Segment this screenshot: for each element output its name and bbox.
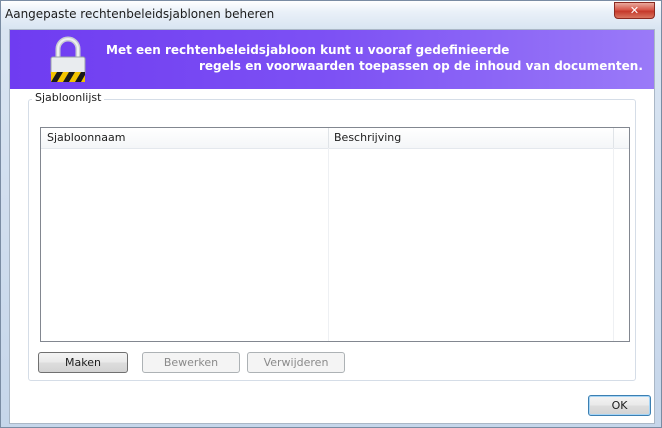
delete-button[interactable]: Verwijderen [247, 352, 345, 373]
column-divider-line [328, 148, 329, 341]
close-button[interactable]: ✕ [614, 2, 655, 19]
group-label: Sjabloonlijst [32, 91, 105, 104]
edit-button[interactable]: Bewerken [142, 352, 240, 373]
column-separator[interactable] [613, 128, 614, 148]
close-icon: ✕ [629, 4, 640, 17]
column-separator[interactable] [328, 128, 329, 148]
header-banner: Met een rechtenbeleidsjabloon kunt u voo… [10, 30, 654, 89]
ok-button[interactable]: OK [588, 395, 651, 416]
banner-text-line1: Met een rechtenbeleidsjabloon kunt u voo… [106, 43, 510, 57]
window-title: Aangepaste rechtenbeleidsjablonen behere… [5, 7, 275, 21]
create-button[interactable]: Maken [38, 352, 128, 373]
template-list[interactable]: Sjabloonnaam Beschrijving [40, 127, 630, 342]
column-divider-line [613, 148, 614, 341]
title-bar[interactable]: Aangepaste rechtenbeleidsjablonen behere… [1, 1, 661, 29]
banner-text-line2: regels en voorwaarden toepassen op de in… [199, 59, 643, 73]
dialog-window: Aangepaste rechtenbeleidsjablonen behere… [0, 0, 662, 428]
list-header: Sjabloonnaam Beschrijving [41, 128, 629, 149]
dialog-content: Met een rechtenbeleidsjabloon kunt u voo… [9, 29, 655, 424]
padlock-icon [50, 36, 86, 82]
column-header-description[interactable]: Beschrijving [334, 131, 401, 144]
column-header-template-name[interactable]: Sjabloonnaam [47, 131, 125, 144]
